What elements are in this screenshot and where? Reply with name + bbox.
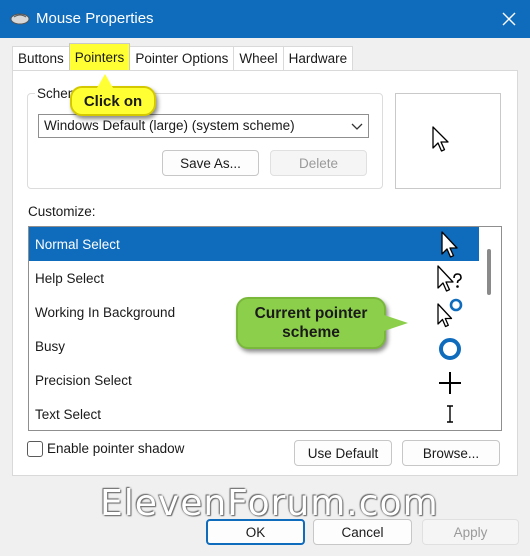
cancel-button[interactable]: Cancel (313, 519, 412, 545)
save-as-button[interactable]: Save As... (162, 150, 259, 176)
tab-wheel[interactable]: Wheel (233, 46, 284, 70)
tab-buttons[interactable]: Buttons (12, 46, 70, 70)
list-item-label: Text Select (35, 406, 102, 422)
apply-button[interactable]: Apply (422, 519, 519, 545)
tab-pointer-options[interactable]: Pointer Options (129, 46, 235, 70)
tab-pointers[interactable]: Pointers (68, 43, 131, 70)
list-item-label: Working In Background (35, 304, 176, 320)
list-item[interactable]: Text Select (29, 397, 479, 430)
arrow-cursor-icon (432, 126, 449, 152)
working-cursor-icon (437, 298, 463, 328)
list-item[interactable]: Help Select (29, 261, 479, 295)
current-pointer-scheme-callout: Current pointer scheme (236, 297, 408, 349)
mouse-icon (10, 13, 30, 25)
ibeam-icon (447, 405, 453, 423)
scheme-dropdown[interactable]: Windows Default (large) (system scheme) (38, 114, 369, 138)
list-item-label: Help Select (35, 270, 105, 286)
click-on-callout: Click on (70, 74, 156, 116)
scrollbar-thumb[interactable] (487, 249, 491, 295)
close-button[interactable] (488, 0, 530, 38)
enable-pointer-shadow-label[interactable]: Enable pointer shadow (47, 441, 184, 456)
busy-ring-icon (439, 338, 461, 360)
window-title: Mouse Properties (36, 10, 154, 27)
delete-button[interactable]: Delete (270, 150, 367, 176)
watermark: ElevenForum.com (100, 483, 439, 524)
list-item-label: Normal Select (35, 236, 120, 252)
scheme-dropdown-value: Windows Default (large) (system scheme) (44, 118, 295, 133)
tab-strip: Buttons Pointers Pointer Options Wheel H… (12, 43, 354, 71)
list-item-label: Precision Select (35, 372, 132, 388)
enable-pointer-shadow-checkbox[interactable] (27, 441, 43, 457)
list-item[interactable]: Precision Select (29, 363, 479, 397)
browse-button[interactable]: Browse... (402, 440, 500, 466)
use-default-button[interactable]: Use Default (294, 440, 392, 466)
pointer-preview (395, 93, 501, 189)
help-cursor-icon (437, 265, 462, 292)
customize-label: Customize: (28, 204, 96, 219)
title-bar: Mouse Properties (0, 0, 530, 38)
list-scrollbar[interactable] (479, 227, 501, 430)
list-item[interactable]: Normal Select (29, 227, 479, 261)
list-item-label: Busy (35, 338, 66, 354)
arrow-cursor-icon (441, 231, 458, 258)
crosshair-icon (439, 372, 461, 394)
chevron-down-icon (351, 123, 363, 130)
ok-button[interactable]: OK (206, 519, 305, 545)
tab-hardware[interactable]: Hardware (282, 46, 354, 70)
close-icon (502, 12, 516, 26)
